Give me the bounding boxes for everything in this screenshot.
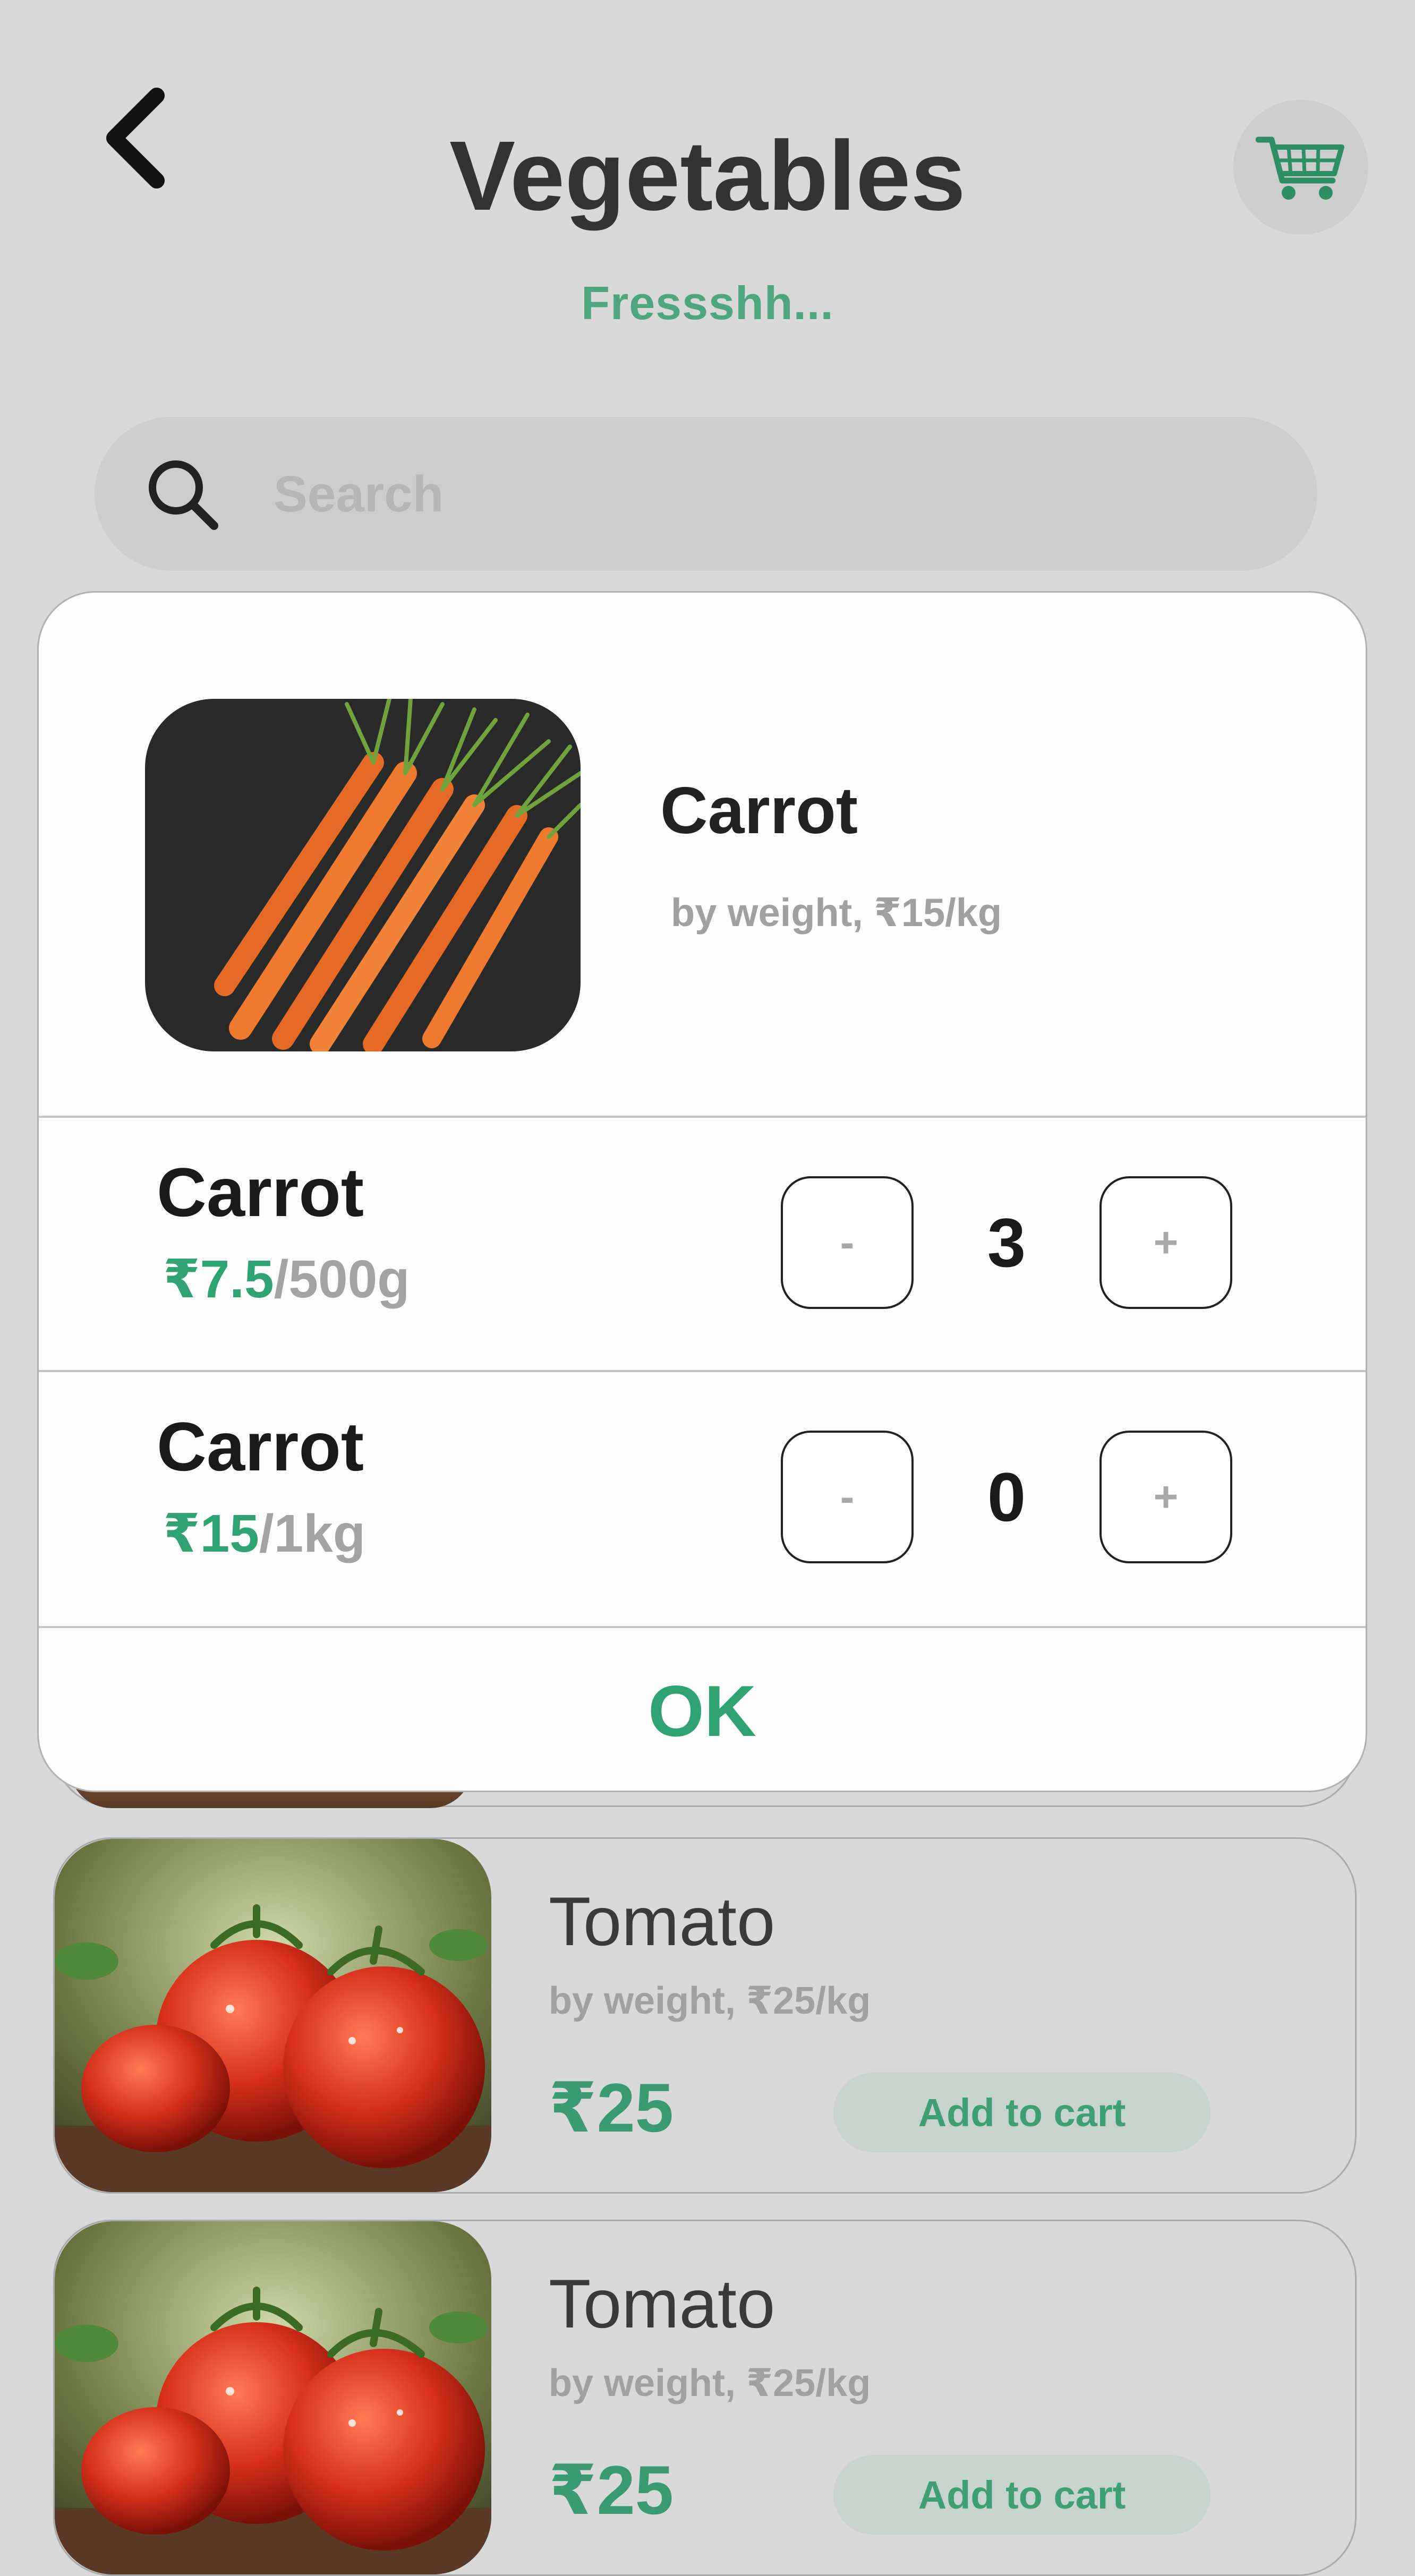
page-title: Vegetables [449, 121, 966, 231]
quantity-value: 0 [987, 1458, 1026, 1536]
add-to-cart-button[interactable]: Add to cart [833, 2073, 1211, 2152]
product-name: Tomato [549, 2265, 775, 2342]
search-input[interactable] [272, 417, 1257, 572]
variant-picker-modal: Carrot by weight, ₹15/kg Carrot ₹7.5/500… [37, 591, 1367, 1792]
search-bar[interactable] [95, 417, 1317, 572]
variant-price-amount: ₹15 [163, 1504, 259, 1563]
variant-price: ₹15/1kg [163, 1502, 365, 1564]
page-subtitle: Fressshh... [581, 277, 834, 329]
tomato-image [55, 2221, 491, 2574]
product-description: by weight, ₹25/kg [549, 2362, 871, 2404]
shopping-cart-icon [1256, 136, 1344, 200]
modal-product-description: by weight, ₹15/kg [671, 891, 1002, 935]
product-price: ₹25 [549, 2069, 674, 2146]
variant-name: Carrot [157, 1153, 364, 1231]
cart-button[interactable] [1233, 100, 1368, 235]
product-description: by weight, ₹25/kg [549, 1980, 871, 2022]
search-icon [149, 460, 218, 530]
variant-price: ₹7.5/500g [163, 1248, 410, 1310]
modal-product-name: Carrot [660, 774, 858, 848]
quantity-value: 3 [987, 1204, 1026, 1281]
variant-row: Carrot ₹7.5/500g - 3 + [39, 1118, 1366, 1370]
variant-price-unit: /500g [274, 1250, 410, 1309]
modal-header: Carrot by weight, ₹15/kg [39, 593, 1366, 1116]
add-to-cart-button[interactable]: Add to cart [833, 2455, 1211, 2535]
product-card[interactable]: Tomato by weight, ₹25/kg ₹25 Add to cart [53, 1837, 1357, 2194]
tomato-image [55, 1839, 491, 2192]
decrement-button[interactable]: - [781, 1431, 914, 1563]
product-card[interactable]: Tomato by weight, ₹25/kg ₹25 Add to cart [53, 2220, 1357, 2576]
variant-price-amount: ₹7.5 [163, 1250, 274, 1309]
ok-button[interactable]: OK [39, 1628, 1366, 1791]
product-price: ₹25 [549, 2451, 674, 2529]
increment-button[interactable]: + [1099, 1176, 1232, 1309]
variant-row: Carrot ₹15/1kg - 0 + [39, 1372, 1366, 1624]
variant-name: Carrot [157, 1408, 364, 1485]
variant-price-unit: /1kg [259, 1504, 365, 1563]
increment-button[interactable]: + [1099, 1431, 1232, 1563]
product-name: Tomato [549, 1882, 775, 1960]
decrement-button[interactable]: - [781, 1176, 914, 1309]
carrot-image [145, 699, 581, 1051]
